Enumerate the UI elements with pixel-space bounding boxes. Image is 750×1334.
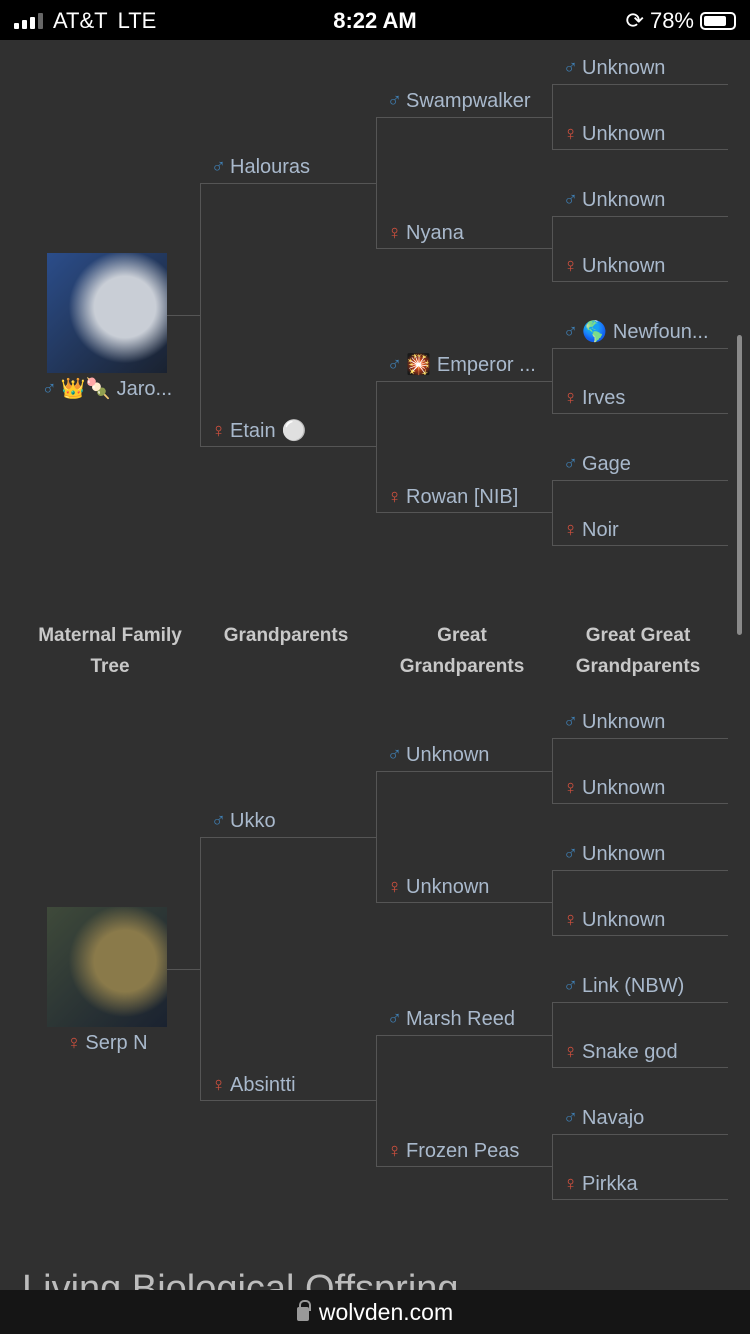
pedigree-link[interactable]: ♂ Unknown — [563, 188, 665, 212]
header-great-great-grandparents: Great Great Grandparents — [575, 625, 701, 677]
header-maternal-tree: Maternal Family Tree — [38, 625, 182, 677]
pedigree-link[interactable]: ♂ 🎇 Emperor ... — [387, 353, 536, 377]
male-icon: ♂ — [211, 810, 226, 832]
male-icon: ♂ — [563, 189, 578, 211]
battery-percent: 78% — [649, 8, 694, 33]
male-icon: ♂ — [387, 354, 402, 376]
pair-bracket — [552, 1002, 728, 1068]
wolf-name: Gage — [582, 453, 631, 475]
wolf-name: Emperor ... — [436, 354, 536, 376]
status-bar: AT&T LTE 8:22 AM ⟳ 78% — [0, 0, 750, 40]
pedigree-link[interactable]: ♂ Unknown — [563, 842, 665, 866]
male-icon: ♂ — [387, 1008, 402, 1030]
badge-emoji-icon: 👑🍡 — [60, 378, 111, 400]
connector-line — [167, 315, 200, 316]
pair-bracket — [552, 84, 728, 150]
wolf-name: Unknown — [582, 843, 666, 865]
male-icon: ♂ — [563, 711, 578, 733]
wolf-name: Unknown — [406, 744, 490, 766]
pedigree-link[interactable]: ♂ Ukko — [211, 809, 276, 833]
pedigree-link[interactable]: ♂ 👑🍡 Jaro... — [27, 377, 187, 401]
pedigree-link[interactable]: ♂ Navajo — [563, 1106, 644, 1130]
pedigree-link[interactable]: ♂ 🌎 Newfoun... — [563, 320, 709, 344]
pair-bracket — [552, 1134, 728, 1200]
male-icon: ♂ — [563, 57, 578, 79]
pedigree-link[interactable]: ♂ Unknown — [563, 56, 665, 80]
wolf-name: Newfoun... — [612, 321, 709, 343]
male-icon: ♂ — [41, 378, 57, 400]
male-icon: ♂ — [563, 453, 578, 475]
pedigree-link[interactable]: ♂ Unknown — [387, 743, 489, 767]
header-grandparents: Grandparents — [223, 625, 349, 646]
pair-bracket — [376, 381, 552, 513]
badge-emoji-icon: 🌎 — [582, 321, 607, 343]
badge-emoji-icon: 🎇 — [406, 354, 431, 376]
wolf-name: Link (NBW) — [582, 975, 685, 997]
pair-bracket — [200, 837, 376, 1101]
male-icon: ♂ — [563, 975, 578, 997]
pair-bracket — [552, 216, 728, 282]
battery-icon — [700, 12, 736, 30]
rotation-lock-icon: ⟳ — [625, 8, 644, 33]
female-icon: ♀ — [66, 1032, 82, 1054]
wolf-name: Unknown — [582, 57, 666, 79]
pedigree-link[interactable]: ♂ Unknown — [563, 710, 665, 734]
scrollbar[interactable] — [737, 335, 742, 635]
pair-bracket — [552, 480, 728, 546]
wolf-name: Navajo — [582, 1107, 645, 1129]
wolf-name: Halouras — [230, 156, 311, 178]
wolf-name: Unknown — [582, 711, 666, 733]
pedigree-link[interactable]: ♂ Marsh Reed — [387, 1007, 515, 1031]
wolf-name: Swampwalker — [406, 90, 531, 112]
pair-bracket — [552, 348, 728, 414]
url-text: wolvden.com — [318, 1298, 454, 1325]
male-icon: ♂ — [211, 156, 226, 178]
header-great-grandparents: Great Grandparents — [399, 625, 525, 677]
wolf-name: Ukko — [230, 810, 276, 832]
male-icon: ♂ — [387, 744, 402, 766]
pair-bracket — [376, 1035, 552, 1167]
pedigree-link[interactable]: ♀ Serp N — [27, 1031, 187, 1055]
pair-bracket — [552, 870, 728, 936]
wolf-name: Unknown — [582, 189, 666, 211]
wolf-name: Jaro... — [116, 378, 173, 400]
pair-bracket — [200, 183, 376, 447]
url-bar[interactable]: wolvden.com — [0, 1290, 750, 1334]
pair-bracket — [552, 738, 728, 804]
wolf-name: Marsh Reed — [406, 1008, 515, 1030]
pair-bracket — [376, 771, 552, 903]
male-icon: ♂ — [387, 90, 402, 112]
pedigree-link[interactable]: ♂ Gage — [563, 452, 631, 476]
brown-wolf-image[interactable] — [47, 907, 167, 1027]
male-icon: ♂ — [563, 321, 578, 343]
wolf-name: Serp N — [85, 1032, 148, 1054]
lock-icon — [296, 1300, 311, 1321]
male-icon: ♂ — [563, 843, 578, 865]
blue-white-wolf-image[interactable] — [47, 253, 167, 373]
pedigree-link[interactable]: ♂ Swampwalker — [387, 89, 530, 113]
pedigree-link[interactable]: ♂ Halouras — [211, 155, 310, 179]
pair-bracket — [376, 117, 552, 249]
pedigree-link[interactable]: ♂ Link (NBW) — [563, 974, 684, 998]
male-icon: ♂ — [563, 1107, 578, 1129]
connector-line — [167, 969, 200, 970]
